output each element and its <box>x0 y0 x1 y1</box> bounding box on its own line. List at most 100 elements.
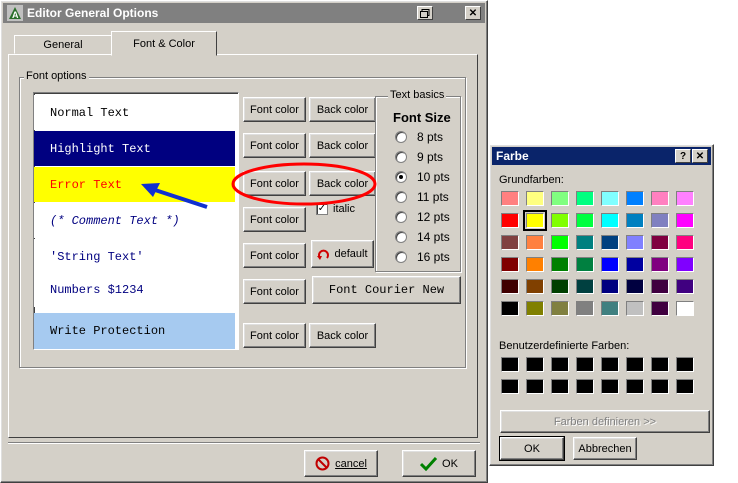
font-color-button-error[interactable]: Font color <box>243 171 306 196</box>
basic-color-swatch[interactable] <box>626 191 644 206</box>
radio-circle[interactable] <box>395 131 407 143</box>
font-color-button-highlight[interactable]: Font color <box>243 133 306 158</box>
editor-title-bar[interactable]: A Editor General Options ✕ <box>3 3 485 23</box>
font-size-option-11[interactable]: 11 pts <box>395 190 449 204</box>
basic-color-swatch[interactable] <box>526 191 544 206</box>
basic-color-swatch[interactable] <box>551 191 569 206</box>
font-size-option-9[interactable]: 9 pts <box>395 150 443 164</box>
basic-color-swatch[interactable] <box>626 279 644 294</box>
font-color-button-comment[interactable]: Font color <box>243 207 306 232</box>
basic-color-swatch[interactable] <box>601 279 619 294</box>
radio-circle[interactable] <box>395 211 407 223</box>
font-select-button[interactable]: Font Courier New <box>312 276 461 304</box>
basic-color-swatch[interactable] <box>501 213 519 228</box>
basic-color-swatch[interactable] <box>576 191 594 206</box>
basic-color-swatch[interactable] <box>676 213 694 228</box>
color-cancel-button[interactable]: Abbrechen <box>573 437 637 460</box>
font-size-option-8[interactable]: 8 pts <box>395 130 443 144</box>
basic-color-swatch[interactable] <box>651 301 669 316</box>
custom-color-swatch[interactable] <box>601 379 619 394</box>
basic-color-swatch[interactable] <box>626 301 644 316</box>
sample-numbers-text[interactable]: Numbers $1234 <box>34 272 235 307</box>
custom-color-swatch[interactable] <box>601 357 619 372</box>
sample-comment-text[interactable]: (* Comment Text *) <box>34 203 235 238</box>
basic-color-swatch[interactable] <box>601 301 619 316</box>
custom-color-swatch[interactable] <box>651 357 669 372</box>
radio-circle-selected[interactable] <box>395 171 407 183</box>
custom-color-swatch[interactable] <box>576 357 594 372</box>
basic-color-swatch[interactable] <box>651 213 669 228</box>
basic-color-swatch[interactable] <box>526 301 544 316</box>
ok-button[interactable]: OK <box>402 450 476 477</box>
font-color-button-string[interactable]: Font color <box>243 243 306 268</box>
basic-color-swatch[interactable] <box>501 301 519 316</box>
basic-color-swatch[interactable] <box>501 191 519 206</box>
basic-color-swatch[interactable] <box>651 279 669 294</box>
sample-string-text[interactable]: 'String Text' <box>34 239 235 274</box>
custom-color-swatch[interactable] <box>676 357 694 372</box>
cancel-button[interactable]: cancel <box>304 450 378 477</box>
back-color-button-highlight[interactable]: Back color <box>309 133 376 158</box>
color-dialog-title-bar[interactable]: Farbe ? ✕ <box>492 147 711 165</box>
basic-color-swatch[interactable] <box>651 191 669 206</box>
basic-color-swatch[interactable] <box>676 235 694 250</box>
default-button[interactable]: default <box>311 240 374 268</box>
radio-circle[interactable] <box>395 251 407 263</box>
radio-circle[interactable] <box>395 231 407 243</box>
custom-color-swatch[interactable] <box>626 379 644 394</box>
help-button[interactable]: ? <box>675 149 691 163</box>
font-size-option-16[interactable]: 16 pts <box>395 250 450 264</box>
sample-highlight-text[interactable]: Highlight Text <box>34 131 235 166</box>
back-color-button-normal[interactable]: Back color <box>309 97 376 122</box>
custom-color-swatch[interactable] <box>626 357 644 372</box>
basic-color-swatch[interactable] <box>551 213 569 228</box>
basic-color-swatch[interactable] <box>601 257 619 272</box>
basic-color-swatch[interactable] <box>501 257 519 272</box>
font-size-option-10[interactable]: 10 pts <box>395 170 450 184</box>
basic-color-swatch[interactable] <box>626 213 644 228</box>
basic-color-swatch[interactable] <box>551 279 569 294</box>
sample-normal-text[interactable]: Normal Text <box>34 95 235 130</box>
font-color-button-numbers[interactable]: Font color <box>243 279 306 304</box>
basic-color-swatch[interactable] <box>626 257 644 272</box>
custom-color-swatch[interactable] <box>651 379 669 394</box>
font-color-button-normal[interactable]: Font color <box>243 97 306 122</box>
italic-checkbox[interactable]: ✓ italic <box>316 203 355 215</box>
custom-color-swatch[interactable] <box>526 357 544 372</box>
basic-color-swatch[interactable] <box>676 257 694 272</box>
custom-color-swatch[interactable] <box>676 379 694 394</box>
radio-circle[interactable] <box>395 151 407 163</box>
basic-color-swatch[interactable] <box>651 235 669 250</box>
font-color-button-write-protection[interactable]: Font color <box>243 323 306 348</box>
basic-color-swatch[interactable] <box>576 301 594 316</box>
basic-color-swatch[interactable] <box>676 191 694 206</box>
back-color-button-error[interactable]: Back color <box>309 171 376 196</box>
font-size-option-12[interactable]: 12 pts <box>395 210 450 224</box>
basic-color-swatch[interactable] <box>551 257 569 272</box>
italic-checkbox-box[interactable]: ✓ <box>316 203 328 215</box>
basic-color-swatch[interactable] <box>676 301 694 316</box>
radio-circle[interactable] <box>395 191 407 203</box>
custom-color-swatch[interactable] <box>551 379 569 394</box>
sample-error-text[interactable]: Error Text <box>34 167 235 202</box>
basic-color-swatch[interactable] <box>551 301 569 316</box>
custom-color-swatch[interactable] <box>526 379 544 394</box>
close-button[interactable]: ✕ <box>465 6 481 20</box>
font-size-option-14[interactable]: 14 pts <box>395 230 450 244</box>
basic-color-swatch[interactable] <box>576 235 594 250</box>
color-dialog-close-button[interactable]: ✕ <box>692 149 708 163</box>
color-ok-button[interactable]: OK <box>499 436 565 461</box>
restore-button[interactable] <box>417 6 433 20</box>
basic-color-swatch[interactable] <box>576 213 594 228</box>
basic-color-swatch[interactable] <box>601 213 619 228</box>
basic-color-swatch[interactable] <box>651 257 669 272</box>
basic-color-swatch[interactable] <box>551 235 569 250</box>
basic-color-swatch[interactable] <box>501 235 519 250</box>
basic-color-swatch[interactable] <box>576 279 594 294</box>
basic-color-swatch[interactable] <box>576 257 594 272</box>
sample-write-protection[interactable]: Write Protection <box>34 313 235 349</box>
basic-color-swatch[interactable] <box>526 279 544 294</box>
basic-color-swatch[interactable] <box>523 210 547 231</box>
basic-color-swatch[interactable] <box>626 235 644 250</box>
define-colors-button[interactable]: Farben definieren >> <box>500 410 710 433</box>
